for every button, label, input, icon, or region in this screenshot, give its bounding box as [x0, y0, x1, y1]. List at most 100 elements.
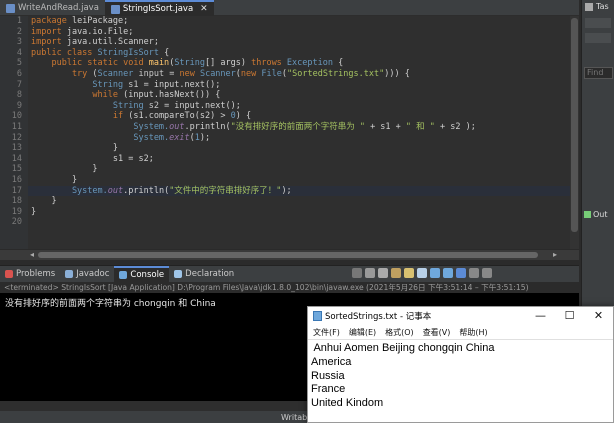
notepad-window[interactable]: SortedStrings.txt - 记事本 — ☐ ✕ 文件(F) 编辑(E)… — [307, 306, 614, 423]
code-line[interactable]: s1 = s2; — [31, 154, 570, 165]
editor-tab-0[interactable]: WriteAndRead.java — [0, 0, 105, 16]
code-token: if — [31, 111, 129, 122]
editor-tab-bar: WriteAndRead.java StringIsSort.java ✕ — [0, 0, 579, 16]
view-tab-javadoc[interactable]: Javadoc — [60, 266, 114, 283]
view-tab-problems[interactable]: Problems — [0, 266, 60, 283]
editor-vertical-scroll-thumb[interactable] — [571, 18, 578, 232]
code-line[interactable]: } — [31, 175, 570, 186]
pin-console-icon[interactable] — [430, 268, 440, 278]
editor-vertical-scrollbar[interactable] — [570, 16, 579, 249]
open-console-icon[interactable] — [456, 268, 466, 278]
code-line[interactable]: System.out.println("没有排好序的前面两个字符串为 " + s… — [31, 122, 570, 133]
code-line[interactable] — [31, 217, 570, 228]
code-token: new — [179, 68, 200, 79]
outline-tab[interactable]: Out — [584, 210, 608, 219]
close-tab-icon[interactable]: ✕ — [200, 4, 208, 14]
maximize-button[interactable]: ☐ — [555, 307, 584, 325]
minimize-view-icon[interactable] — [469, 268, 479, 278]
code-token: s2 — [148, 100, 165, 111]
code-token: System. — [31, 132, 170, 143]
line-number: 14 — [11, 153, 22, 164]
code-token: public static void — [31, 58, 149, 69]
code-token: ) { — [235, 111, 252, 122]
code-line[interactable]: String s2 = input.next(); — [31, 101, 570, 112]
code-line[interactable]: System.out.println("文件中的字符串排好序了！"); — [31, 186, 570, 197]
code-token: + s1 + — [364, 121, 406, 132]
find-input[interactable]: Find — [584, 67, 613, 79]
task-toolbar[interactable] — [585, 18, 611, 28]
line-number: 6 — [16, 69, 22, 79]
code-line[interactable]: } — [31, 196, 570, 207]
code-line[interactable]: System.exit(1); — [31, 133, 570, 144]
code-token: java.io.File; — [66, 26, 134, 37]
code-line[interactable]: while (input.hasNext()) { — [31, 90, 570, 101]
close-button[interactable]: ✕ — [584, 307, 613, 325]
editor-horizontal-scrollbar[interactable]: ◂ ▸ — [0, 249, 579, 260]
line-number: 19 — [11, 206, 22, 217]
line-number: 4 — [16, 47, 22, 58]
code-token: ); — [281, 185, 292, 196]
notepad-icon — [313, 311, 322, 321]
line-number: 20 — [11, 217, 22, 228]
code-token: " 和 " — [405, 121, 435, 132]
line-number: 12 — [11, 132, 22, 143]
declaration-icon — [174, 270, 183, 278]
console-horizontal-scrollbar[interactable] — [0, 401, 308, 411]
code-token: } — [31, 164, 98, 175]
notepad-menu-item[interactable]: 文件(F) — [313, 327, 340, 338]
code-line[interactable]: } — [31, 143, 570, 154]
task-filter[interactable] — [585, 33, 611, 43]
code-token: File — [261, 68, 282, 79]
code-token: import — [31, 26, 67, 37]
code-text[interactable]: package leiPackage; import java.io.File; i… — [31, 16, 570, 228]
code-line[interactable]: import java.io.File; — [31, 27, 570, 38]
notepad-menu-item[interactable]: 帮助(H) — [459, 327, 487, 338]
code-token: import — [31, 37, 67, 48]
code-line[interactable]: } — [31, 164, 570, 175]
notepad-title-bar[interactable]: SortedStrings.txt - 记事本 — ☐ ✕ — [308, 307, 613, 325]
code-token: new — [240, 68, 262, 79]
code-line[interactable]: import java.util.Scanner; — [31, 37, 570, 48]
code-token: Exception — [286, 58, 339, 69]
outline-tab-label: Out — [593, 210, 608, 219]
editor-horizontal-scroll-thumb[interactable] — [38, 252, 538, 258]
view-tab-label: Declaration — [185, 269, 235, 279]
code-line[interactable]: public static void main(String[] args) t… — [31, 58, 570, 69]
notepad-menu-item[interactable]: 编辑(E) — [349, 327, 376, 338]
code-token: java.util.Scanner; — [66, 37, 159, 48]
code-line[interactable]: public class StringIsSort { — [31, 48, 570, 59]
task-list-tab[interactable]: Tas — [585, 2, 609, 11]
code-line[interactable]: package leiPackage; — [31, 16, 570, 27]
code-editor[interactable]: 1 2 3 4 5 6 7 8 9 10 11 12 13 14 15 16 17 18 19 20 package … — [0, 16, 570, 249]
terminate-icon[interactable] — [352, 268, 362, 278]
scroll-lock-icon[interactable] — [404, 268, 414, 278]
view-tab-declaration[interactable]: Declaration — [169, 266, 239, 283]
notepad-menu-item[interactable]: 格式(O) — [385, 327, 414, 338]
code-line[interactable]: try (Scanner input = new Scanner(new Fil… — [31, 69, 570, 80]
remove-all-icon[interactable] — [378, 268, 388, 278]
line-number-gutter: 1 2 3 4 5 6 7 8 9 10 11 12 13 14 15 16 17 18 19 20 — [0, 16, 28, 249]
task-list-icon — [585, 2, 593, 11]
minimize-button[interactable]: — — [526, 307, 555, 325]
code-line[interactable]: String s1 = input.next(); — [31, 80, 570, 91]
editor-tab-1[interactable]: StringIsSort.java ✕ — [104, 0, 214, 16]
notepad-text-area[interactable]: Anhui Aomen Beijing chongqin China Americ… — [308, 339, 613, 422]
maximize-view-icon[interactable] — [482, 268, 492, 278]
view-tab-console[interactable]: Console — [114, 265, 170, 283]
code-token: + s2 ); — [434, 121, 476, 132]
clear-console-icon[interactable] — [391, 268, 401, 278]
code-line[interactable]: } — [31, 207, 570, 218]
remove-launch-icon[interactable] — [365, 268, 375, 278]
display-console-icon[interactable] — [443, 268, 453, 278]
code-token: [] args) — [205, 58, 252, 69]
code-token: out — [169, 121, 185, 132]
code-token: main — [148, 58, 170, 69]
line-number: 16 — [11, 175, 22, 185]
line-number: 5 — [16, 58, 22, 69]
scroll-right-arrow-icon[interactable]: ▸ — [553, 250, 557, 259]
scroll-left-arrow-icon[interactable]: ◂ — [30, 250, 34, 259]
notepad-menu-item[interactable]: 查看(V) — [423, 327, 451, 338]
editor-tab-label: StringIsSort.java — [122, 4, 194, 14]
code-line[interactable]: if (s1.compareTo(s2) > 0) { — [31, 111, 570, 122]
word-wrap-icon[interactable] — [417, 268, 427, 278]
